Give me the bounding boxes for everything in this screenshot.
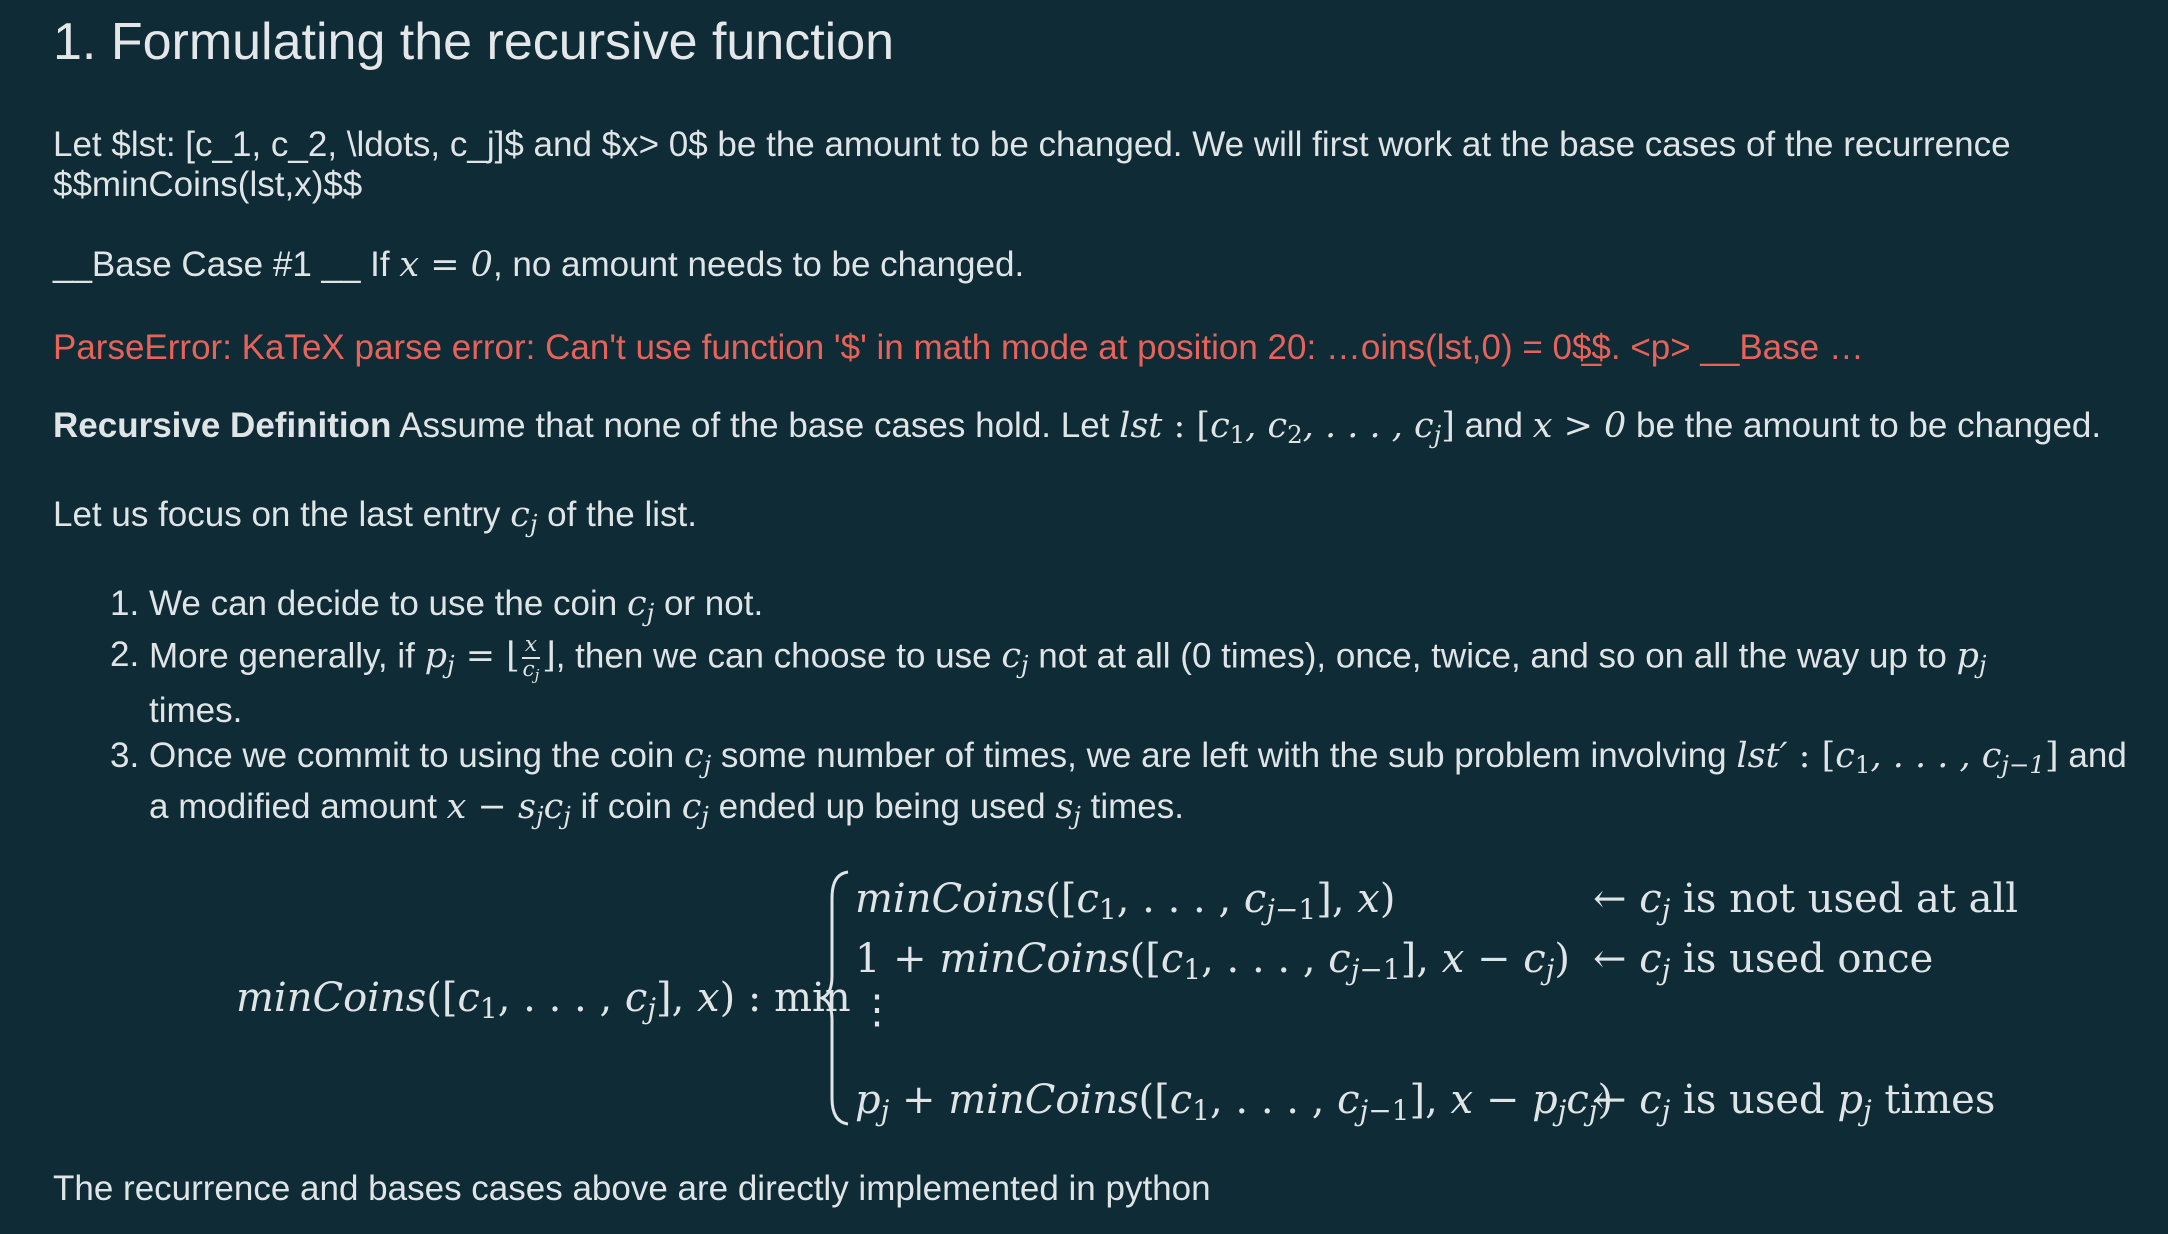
case-expr: 1 + minCoins([c1, . . . , cj−1], x − cj) — [855, 936, 1570, 986]
list-text: some number of times, we are left with t… — [711, 736, 1737, 775]
list-continuation: times. — [149, 691, 243, 730]
base-case-suffix: , no amount needs to be changed. — [492, 245, 1025, 284]
list-continuation: a modified amount x − sjcj if coin cj en… — [149, 786, 1184, 828]
footer-paragraph: The recurrence and bases cases above are… — [53, 1169, 1211, 1208]
recursive-definition-end: be the amount to be changed. — [1626, 406, 2102, 445]
intro-line-1: Let $lst: [c_1, c_2, \ldots, c_j]$ and $… — [53, 125, 2011, 164]
list-text: Once we commit to using the coin — [149, 736, 684, 775]
list-text: times. — [1080, 787, 1184, 826]
equation-lhs: minCoins([c1, . . . , cj], x) : min — [236, 975, 851, 1025]
cj-math: cj — [1001, 636, 1029, 680]
list-number: 3. — [110, 736, 140, 775]
focus-text-start: Let us focus on the last entry — [53, 495, 511, 534]
list-number: 1. — [110, 584, 140, 623]
cj-math: cj — [681, 787, 709, 831]
recursive-definition-paragraph: Recursive Definition Assume that none of… — [53, 405, 2101, 447]
sj-math: sj — [1055, 787, 1081, 831]
cj-math: cj — [510, 495, 538, 539]
list-text: or not. — [654, 584, 764, 623]
list-text: We can decide to use the coin — [149, 584, 627, 623]
base-case-math: x = 0 — [399, 245, 493, 285]
x-positive-math: x > 0 — [1532, 406, 1627, 446]
case-expr: minCoins([c1, . . . , cj−1], x) — [855, 876, 1396, 926]
recursive-definition-and: and — [1454, 406, 1533, 445]
recursive-definition-text: Assume that none of the base cases hold.… — [391, 406, 1120, 445]
case-vdots: ⋮ — [857, 987, 897, 1033]
lst-prime-math: lst′ : [c1, . . . , cj−1] — [1736, 736, 2059, 780]
recursive-definition-label: Recursive Definition — [53, 406, 392, 445]
focus-text-end: of the list. — [537, 495, 697, 534]
case-note: ← cj is not used at all — [1593, 876, 2019, 926]
case-note: ← cj is used once — [1593, 936, 1934, 986]
lst-definition-math: lst : [c1, c2, . . . , cj] — [1119, 406, 1455, 450]
pj-math: pj — [1956, 636, 1987, 680]
case-note: ← cj is used pj times — [1593, 1077, 1996, 1127]
cj-math: cj — [627, 584, 655, 628]
section-heading: 1. Formulating the recursive function — [53, 13, 895, 71]
pj-floor-math: pj = ⌊ x cj ⌋ — [424, 632, 556, 684]
list-number: 2. — [110, 635, 140, 674]
base-case-prefix: __Base Case #1 __ If — [53, 245, 400, 284]
intro-line-2: $$minCoins(lst,x)$$ — [53, 165, 363, 204]
list-text: ended up being used — [708, 787, 1056, 826]
base-case-paragraph: __Base Case #1 __ If x = 0, no amount ne… — [53, 244, 1024, 286]
katex-parse-error: ParseError: KaTeX parse error: Can't use… — [53, 328, 1864, 367]
cases-brace — [818, 870, 849, 1126]
list-text: if coin — [570, 787, 682, 826]
list-text: and — [2058, 736, 2127, 775]
focus-paragraph: Let us focus on the last entry cj of the… — [53, 494, 697, 536]
modified-amount-math: x − sjcj — [446, 787, 571, 831]
list-text: , then we can choose to use — [555, 636, 1002, 676]
list-text: More generally, if — [149, 636, 425, 676]
list-text: not at all (0 times), once, twice, and s… — [1028, 636, 1957, 676]
case-expr: pj + minCoins([c1, . . . , cj−1], x − pj… — [855, 1077, 1614, 1127]
cj-math: cj — [683, 736, 712, 780]
list-text: a modified amount — [149, 787, 447, 826]
